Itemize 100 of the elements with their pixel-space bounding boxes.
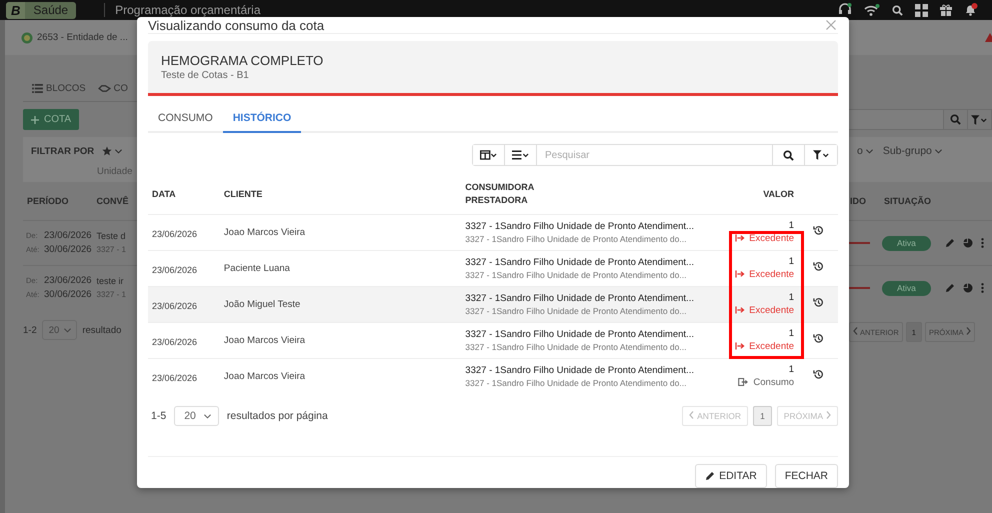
star-icon <box>102 146 112 156</box>
caret-icon <box>115 148 122 154</box>
caret-icon <box>866 148 873 154</box>
item-name: HEMOGRAMA COMPLETO <box>161 53 324 68</box>
page-number-button[interactable]: 1 <box>753 406 772 426</box>
history-icon[interactable] <box>812 333 824 344</box>
consumer-name: 3327 - 1Sandro Filho Unidade de Pronto Atendiment... <box>465 292 695 304</box>
tab[interactable]: BLOCOS <box>32 83 86 94</box>
filter-field: Unidade <box>97 166 132 177</box>
entry-type: Excedente <box>749 232 794 244</box>
entry-type: Excedente <box>749 340 794 352</box>
column-header: IDO <box>850 196 866 206</box>
table-row[interactable]: 23/06/2026 João Miguel Teste 3327 - 1Sandro Filho Unidade de Pronto Atendiment... 3327 - 1Sandro Filho Unidade de Pronto Atendimento do... 1 Excedente <box>148 286 838 322</box>
date-value: 30/06/2026 <box>44 243 92 257</box>
value-amount: 1 <box>788 364 794 376</box>
entry-type: Consumo <box>753 376 794 389</box>
provider-name: 3327 - 1Sandro Filho Unidade de Pronto Atendimento do... <box>465 268 688 280</box>
value-amount: 1 <box>788 256 794 268</box>
columns-button[interactable] <box>473 145 505 165</box>
chevron-right-icon <box>966 327 971 337</box>
table-row[interactable]: 23/06/2026 Joao Marcos Vieira 3327 - 1Sandro Filho Unidade de Pronto Atendiment... 3327 - 1Sandro Filho Unidade de Pronto Atendimento do... 1 Consumo <box>148 358 838 394</box>
value-amount: 1 <box>788 328 794 340</box>
provider-name: 3327 - 1Sandro Filho Unidade de Pronto Atendimento do... <box>465 376 688 389</box>
filter-icon <box>812 150 830 160</box>
status-badge: Ativa <box>882 236 931 250</box>
history-icon[interactable] <box>812 297 824 308</box>
table-cell: 23/06/2026 <box>148 322 220 358</box>
table-cell: 23/06/2026 <box>148 286 220 322</box>
favorites-dropdown[interactable] <box>102 146 122 156</box>
table-row[interactable]: 23/06/2026 Joao Marcos Vieira 3327 - 1Sandro Filho Unidade de Pronto Atendiment... 3327 - 1Sandro Filho Unidade de Pronto Atendimento do... 1 Excedente <box>148 322 838 358</box>
consumption-icon <box>738 378 750 386</box>
module-switcher[interactable]: B Saúde <box>6 2 76 18</box>
provider-name: 3327 - 1Sandro Filho Unidade de Pronto Atendimento do... <box>465 340 688 352</box>
date-value: 30/06/2026 <box>44 288 92 302</box>
table-row[interactable]: 23/06/2026 Joao Marcos Vieira 3327 - 1Sandro Filho Unidade de Pronto Atendiment... 3327 - 1Sandro Filho Unidade de Pronto Atendimento do... 1 Excedente <box>148 214 838 250</box>
history-icon[interactable] <box>812 225 824 236</box>
filter-dropdown[interactable]: Sub-grupo <box>882 145 942 157</box>
history-icon[interactable] <box>812 261 824 272</box>
more-icon[interactable] <box>981 283 984 293</box>
quota-name: Teste d <box>96 230 126 243</box>
edit-button[interactable]: EDITAR <box>695 464 767 488</box>
close-button[interactable]: FECHAR <box>774 464 838 488</box>
module-name: Saúde <box>32 3 70 17</box>
search-icon <box>783 150 794 160</box>
column-header: CLIENTE <box>220 178 462 214</box>
page-size-select[interactable]: 20 <box>174 406 219 426</box>
filter-dropdown[interactable]: o <box>857 145 873 157</box>
apps-icon[interactable] <box>915 4 928 16</box>
list-icon <box>32 84 43 93</box>
exceed-icon <box>735 270 746 278</box>
pie-chart-icon[interactable] <box>963 283 973 293</box>
chevron-left-icon <box>689 411 694 421</box>
add-quota-button[interactable]: COTA <box>23 109 80 130</box>
results-per-page-label: resultados por página <box>226 410 328 422</box>
provider-name: 3327 - 1Sandro Filho Unidade de Pronto Atendimento do... <box>465 232 688 244</box>
status-badge: Ativa <box>882 280 931 296</box>
gift-icon[interactable] <box>940 4 952 16</box>
value-amount: 1 <box>788 220 794 232</box>
search-icon[interactable] <box>892 4 903 16</box>
quota-name: teste ir <box>96 275 125 288</box>
table-cell: Joao Marcos Vieira <box>220 322 462 358</box>
more-icon[interactable] <box>981 238 984 248</box>
entry-type: Excedente <box>749 268 794 280</box>
column-header: CONSUMIDORA PRESTADORA <box>461 178 732 214</box>
plus-icon <box>31 116 39 124</box>
table-cell: Joao Marcos Vieira <box>220 358 462 394</box>
entry-type: Excedente <box>749 304 794 316</box>
search-field[interactable] <box>849 109 944 130</box>
pie-chart-icon[interactable] <box>963 238 973 248</box>
search-icon <box>950 114 961 125</box>
pencil-icon[interactable] <box>945 283 955 293</box>
filter-label: FILTRAR POR <box>31 146 94 156</box>
filter-icon <box>971 114 988 124</box>
logo: B <box>6 2 26 18</box>
exceed-icon <box>735 234 746 242</box>
dialog-title: Visualizando consumo da cota <box>148 18 324 32</box>
column-header: CONVÊ <box>96 196 129 206</box>
table-cell: 23/06/2026 <box>148 214 220 250</box>
history-icon[interactable] <box>812 369 824 380</box>
tab-label: CO <box>114 83 128 94</box>
tab[interactable]: CONSUMO <box>148 105 223 133</box>
pencil-icon[interactable] <box>945 238 955 248</box>
tab[interactable]: HISTÓRICO <box>222 105 302 133</box>
progress-line <box>849 287 870 289</box>
search-bar[interactable]: Pesquisar <box>472 144 838 166</box>
column-header: SITUAÇÃO <box>884 196 932 206</box>
column-header: VALOR <box>731 178 798 214</box>
wifi-icon[interactable] <box>864 4 880 16</box>
results-range: 1-2 <box>23 324 37 336</box>
progress-line <box>849 242 870 244</box>
column-header: DATA <box>148 178 220 214</box>
table-cell: Joao Marcos Vieira <box>220 214 462 250</box>
headset-icon[interactable] <box>838 3 852 17</box>
table-cell: 23/06/2026 <box>148 358 220 394</box>
notifications-icon[interactable] <box>964 3 978 17</box>
pencil-icon <box>705 471 716 481</box>
date-value: 23/06/2026 <box>44 274 92 288</box>
consumer-name: 3327 - 1Sandro Filho Unidade de Pronto Atendiment... <box>465 256 695 268</box>
consumer-name: 3327 - 1Sandro Filho Unidade de Pronto Atendiment... <box>465 328 695 340</box>
tab[interactable]: CO <box>98 83 128 94</box>
